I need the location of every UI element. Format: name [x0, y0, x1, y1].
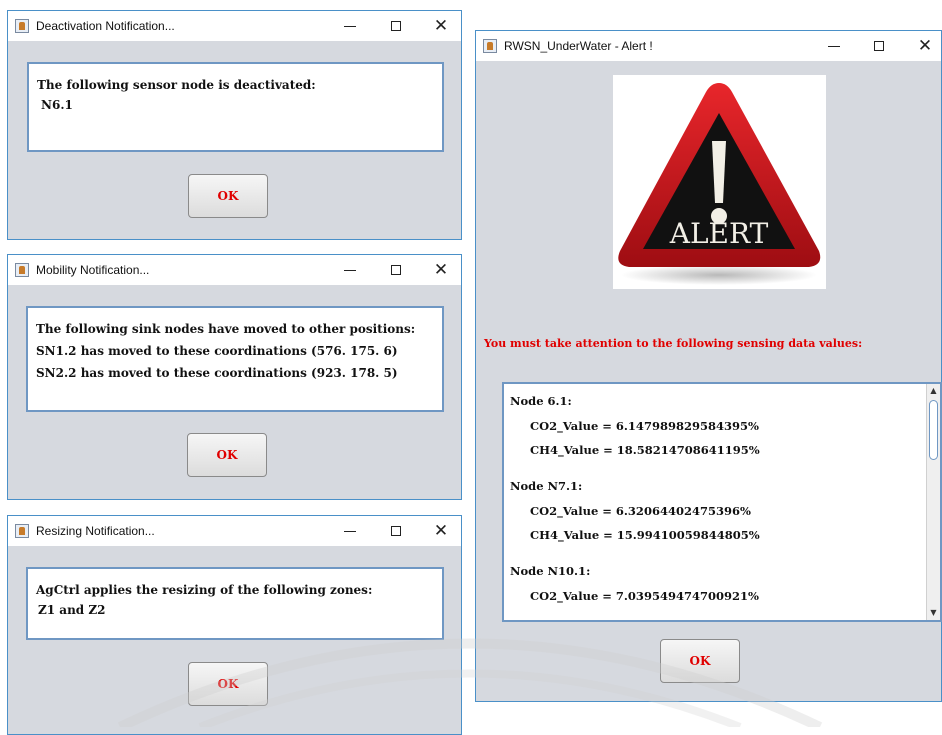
message-box: The following sink nodes have moved to o…: [26, 306, 444, 412]
ok-button[interactable]: OK: [188, 662, 268, 706]
resizing-window: Resizing Notification... ✕ AgCtrl applie…: [7, 515, 462, 735]
maximize-button[interactable]: [385, 259, 407, 281]
ok-button[interactable]: OK: [187, 433, 267, 477]
alert-triangle-icon: ALERT: [618, 83, 821, 285]
ch4-value: CH4_Value = 18.58214708641195%: [530, 443, 760, 457]
title-bar: RWSN_UnderWater - Alert ! ✕: [476, 31, 941, 61]
maximize-button[interactable]: [868, 35, 890, 57]
maximize-button[interactable]: [385, 520, 407, 542]
title-bar: Mobility Notification... ✕: [8, 255, 461, 285]
alert-image: ALERT: [613, 75, 826, 289]
close-button[interactable]: ✕: [430, 520, 452, 542]
alert-window: RWSN_UnderWater - Alert ! ✕ ALERT You mu…: [475, 30, 942, 702]
close-button[interactable]: ✕: [430, 259, 452, 281]
message-line: SN1.2 has moved to these coordinations (…: [36, 344, 398, 358]
scroll-down-arrow-icon[interactable]: ▼: [927, 606, 940, 620]
title-bar: Resizing Notification... ✕: [8, 516, 461, 546]
java-app-icon: [15, 524, 29, 538]
minimize-button[interactable]: [339, 520, 361, 542]
warning-message: You must take attention to the following…: [484, 337, 863, 350]
window-title: Mobility Notification...: [36, 263, 150, 277]
ok-button[interactable]: OK: [660, 639, 740, 683]
message-box: AgCtrl applies the resizing of the follo…: [26, 567, 444, 640]
vertical-scrollbar[interactable]: ▲ ▼: [926, 384, 940, 620]
minimize-button[interactable]: [339, 259, 361, 281]
maximize-button[interactable]: [385, 15, 407, 37]
java-app-icon: [483, 39, 497, 53]
close-button[interactable]: ✕: [430, 15, 452, 37]
title-bar: Deactivation Notification... ✕: [8, 11, 461, 41]
sensing-data-box: Node 6.1: CO2_Value = 6.147989829584395%…: [502, 382, 942, 622]
scroll-thumb[interactable]: [929, 400, 938, 460]
deactivation-window: Deactivation Notification... ✕ The follo…: [7, 10, 462, 240]
close-button[interactable]: ✕: [914, 35, 936, 57]
scroll-up-arrow-icon[interactable]: ▲: [927, 384, 940, 398]
node-heading: Node 6.1:: [510, 394, 572, 408]
co2-value: CO2_Value = 6.147989829584395%: [530, 419, 759, 433]
node-id: N6.1: [41, 98, 73, 112]
java-app-icon: [15, 19, 29, 33]
window-title: RWSN_UnderWater - Alert !: [504, 39, 653, 53]
ch4-value: CH4_Value = 15.99410059844805%: [530, 528, 760, 542]
message-line: AgCtrl applies the resizing of the follo…: [36, 583, 373, 597]
message-line: The following sink nodes have moved to o…: [36, 322, 416, 336]
mobility-window: Mobility Notification... ✕ The following…: [7, 254, 462, 500]
co2-value: CO2_Value = 7.039549474700921%: [530, 589, 759, 603]
co2-value: CO2_Value = 6.32064402475396%: [530, 504, 751, 518]
ok-button[interactable]: OK: [188, 174, 268, 218]
minimize-button[interactable]: [823, 35, 845, 57]
message-line: The following sensor node is deactivated…: [37, 78, 316, 92]
window-title: Deactivation Notification...: [36, 19, 175, 33]
message-box: The following sensor node is deactivated…: [27, 62, 444, 152]
minimize-button[interactable]: [339, 15, 361, 37]
node-heading: Node N7.1:: [510, 479, 583, 493]
alert-word: ALERT: [669, 217, 769, 250]
window-title: Resizing Notification...: [36, 524, 155, 538]
node-heading: Node N10.1:: [510, 564, 591, 578]
message-line: SN2.2 has moved to these coordinations (…: [36, 366, 398, 380]
zones-list: Z1 and Z2: [38, 603, 106, 617]
java-app-icon: [15, 263, 29, 277]
